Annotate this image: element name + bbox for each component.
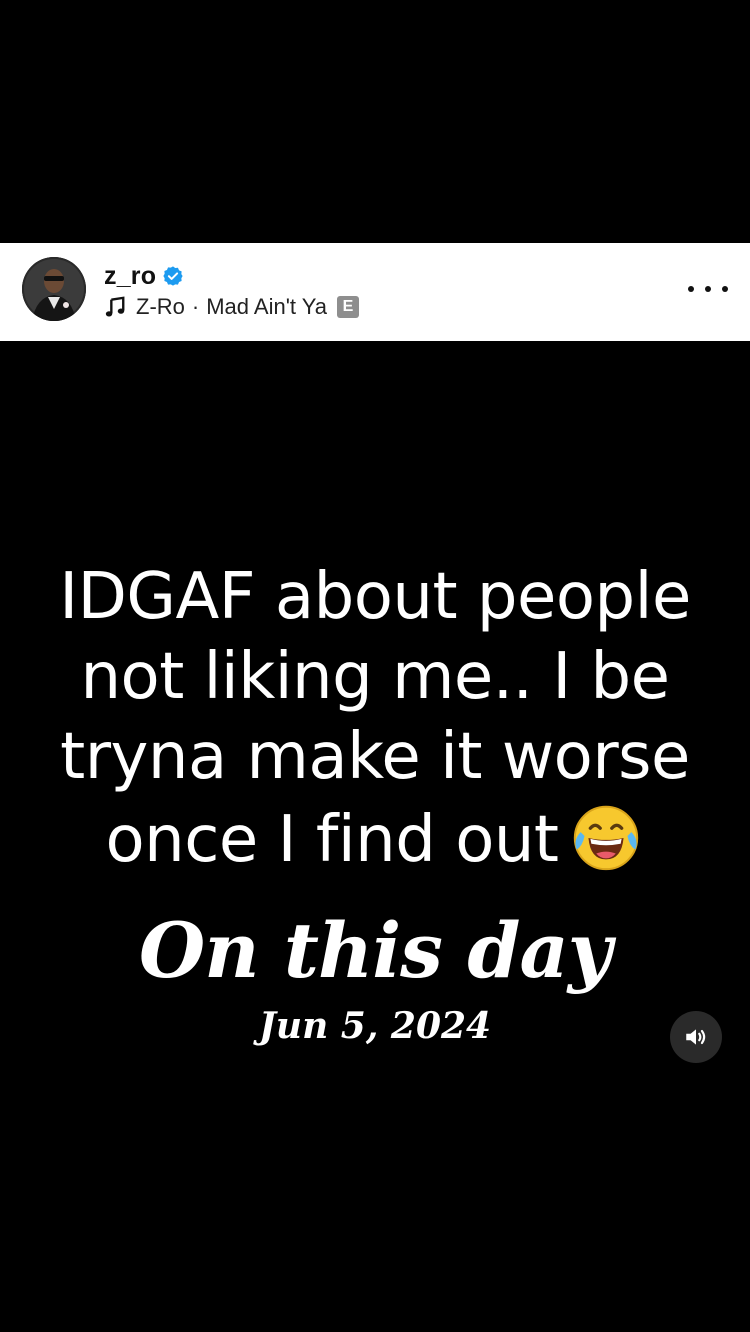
more-options-button[interactable] [688,273,728,305]
quote-line-last: once I find out [0,797,750,880]
song-separator: · [191,294,200,319]
laughing-emoji-icon [567,797,645,875]
username-row: z_ro [104,259,184,293]
avatar-image [22,257,86,321]
quote-line: not liking me.. I be [80,640,670,714]
avatar[interactable] [22,257,86,321]
quote-line: tryna make it worse [60,720,690,794]
song-title: Mad Ain't Ya [206,294,328,319]
music-note-icon [104,296,126,318]
song-artist: Z-Ro [136,294,185,319]
quote-line-text: once I find out [105,803,560,877]
more-dot-icon [688,286,694,292]
sound-toggle-button[interactable] [670,1011,722,1063]
on-this-day-date: Jun 5, 2024 [258,1005,492,1047]
more-dot-icon [722,286,728,292]
explicit-badge: E [337,296,360,318]
on-this-day-label: On this day [139,906,612,995]
post-header: z_ro Z-Ro · Mad Ain't Ya E [0,243,750,341]
music-row[interactable]: Z-Ro · Mad Ain't Ya E [104,292,360,322]
speaker-on-icon [686,1029,706,1045]
verified-badge-icon [162,265,184,287]
quote-line: IDGAF about people [59,560,691,634]
post-media[interactable]: IDGAF about people not liking me.. I be … [0,341,750,1332]
username[interactable]: z_ro [104,262,156,291]
quote-text: IDGAF about people not liking me.. I be … [0,557,750,880]
top-letterbox [0,0,750,243]
more-dot-icon [705,286,711,292]
